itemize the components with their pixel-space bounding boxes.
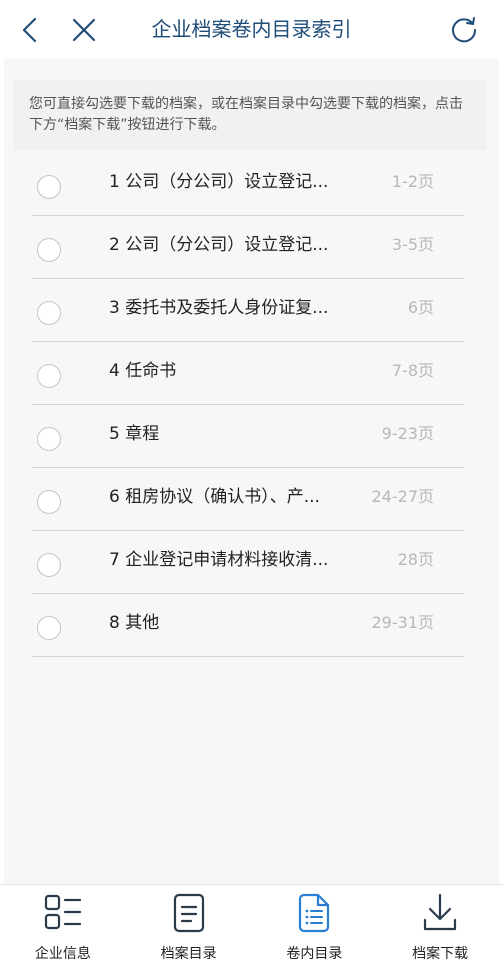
nav-label: 企业信息	[34, 946, 91, 962]
item-title: 6 租房协议（确认书）、产...	[109, 487, 320, 507]
nav-label: 卷内目录	[286, 946, 343, 962]
header: 企业档案卷内目录索引	[0, 0, 503, 58]
select-radio[interactable]	[37, 175, 61, 199]
refresh-icon	[452, 17, 477, 43]
nav-company-info[interactable]: 企业信息	[0, 885, 126, 970]
content-area: 您可直接勾选要下载的档案，或在档案目录中勾选要下载的档案，点击下方“档案下载”按…	[4, 58, 499, 884]
app-root: 企业档案卷内目录索引 您可直接勾选要下载的档案，或在档案目录中勾选要下载的档案，…	[0, 0, 503, 970]
select-radio[interactable]	[37, 616, 61, 640]
nav-label: 档案目录	[160, 946, 217, 962]
chevron-left-icon	[22, 17, 37, 43]
nav-volume-catalog[interactable]: 卷内目录	[252, 885, 378, 970]
item-title: 4 任命书	[109, 361, 177, 381]
select-radio[interactable]	[37, 238, 61, 262]
item-pages: 6页	[407, 298, 434, 317]
catalog-item[interactable]: 1 公司（分公司）设立登记... 1-2页	[32, 153, 464, 216]
item-title: 1 公司（分公司）设立登记...	[109, 172, 329, 192]
item-pages: 1-2页	[391, 172, 434, 191]
catalog-item[interactable]: 4 任命书 7-8页	[32, 342, 464, 405]
nav-archive-download[interactable]: 档案下载	[377, 885, 503, 970]
item-pages: 24-27页	[371, 487, 435, 506]
catalog-item[interactable]: 3 委托书及委托人身份证复... 6页	[32, 279, 464, 342]
item-pages: 7-8页	[391, 361, 434, 380]
close-icon	[72, 18, 96, 42]
document-list-icon	[293, 891, 335, 935]
item-pages: 9-23页	[381, 424, 434, 443]
catalog-item[interactable]: 7 企业登记申请材料接收清... 28页	[32, 531, 464, 594]
instruction-notice: 您可直接勾选要下载的档案，或在档案目录中勾选要下载的档案，点击下方“档案下载”按…	[13, 80, 486, 150]
item-pages: 29-31页	[371, 613, 435, 632]
catalog-item[interactable]: 5 章程 9-23页	[32, 405, 464, 468]
close-button[interactable]	[64, 10, 104, 50]
item-title: 3 委托书及委托人身份证复...	[109, 298, 329, 318]
nav-archive-catalog[interactable]: 档案目录	[126, 885, 252, 970]
bottom-nav: 企业信息 档案目录 卷内目录 档案下载	[0, 884, 503, 970]
item-pages: 28页	[397, 550, 434, 569]
grid-list-icon	[42, 891, 84, 935]
page-title: 企业档案卷内目录索引	[151, 17, 352, 41]
back-button[interactable]	[10, 10, 50, 50]
refresh-button[interactable]	[444, 10, 484, 50]
catalog-item[interactable]: 2 公司（分公司）设立登记... 3-5页	[32, 216, 464, 279]
catalog-list: 1 公司（分公司）设立登记... 1-2页 2 公司（分公司）设立登记... 3…	[32, 153, 464, 657]
download-icon	[419, 891, 461, 935]
select-radio[interactable]	[37, 553, 61, 577]
item-pages: 3-5页	[391, 235, 434, 254]
select-radio[interactable]	[37, 364, 61, 388]
item-title: 8 其他	[109, 613, 160, 633]
catalog-item[interactable]: 8 其他 29-31页	[32, 594, 464, 657]
select-radio[interactable]	[37, 490, 61, 514]
item-title: 5 章程	[109, 424, 160, 444]
nav-label: 档案下载	[412, 946, 469, 962]
catalog-item[interactable]: 6 租房协议（确认书）、产... 24-27页	[32, 468, 464, 531]
item-title: 2 公司（分公司）设立登记...	[109, 235, 329, 255]
document-icon	[168, 891, 210, 935]
select-radio[interactable]	[37, 301, 61, 325]
select-radio[interactable]	[37, 427, 61, 451]
item-title: 7 企业登记申请材料接收清...	[109, 550, 329, 570]
